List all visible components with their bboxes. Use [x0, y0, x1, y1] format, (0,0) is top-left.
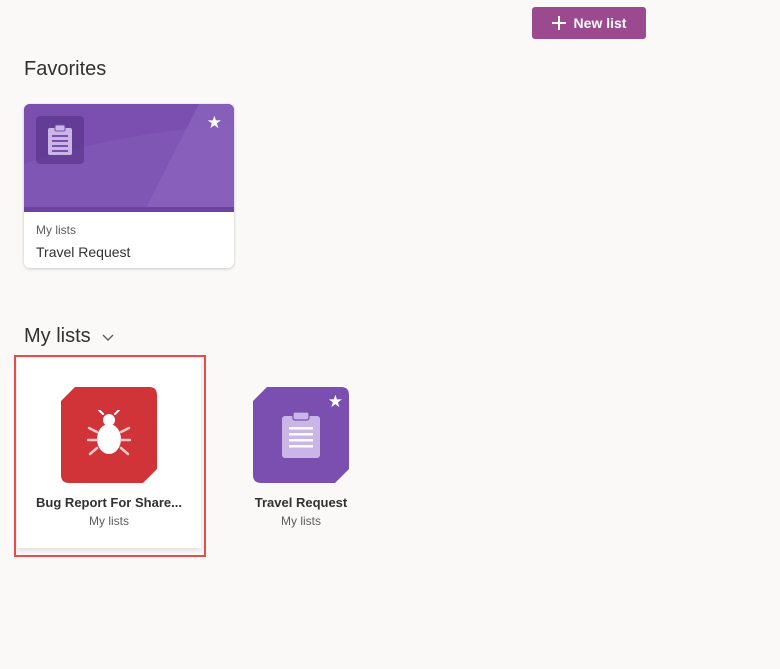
plus-icon — [551, 16, 566, 30]
list-tile-name: Travel Request — [254, 495, 348, 510]
new-list-label: New list — [573, 15, 627, 31]
list-tile-icon — [61, 387, 157, 483]
star-icon[interactable]: ★ — [207, 114, 222, 131]
new-list-button[interactable]: New list — [532, 7, 646, 39]
list-tile-travel-request[interactable]: ★ Travel Request My lists — [209, 358, 393, 548]
favorite-card-caption: My lists — [36, 223, 76, 237]
my-lists-heading[interactable]: My lists — [24, 325, 115, 348]
list-tile-subtitle: My lists — [281, 514, 321, 528]
star-icon[interactable]: ★ — [328, 393, 343, 410]
favorite-card-name: Travel Request — [36, 244, 131, 260]
favorite-card-travel-request[interactable]: ★ My lists Travel Request — [24, 104, 234, 268]
clipboard-list-icon — [282, 411, 320, 458]
chevron-down-icon — [102, 334, 114, 341]
list-tile-bug-report[interactable]: Bug Report For Share... My lists — [17, 358, 201, 548]
banner-divider — [24, 207, 234, 212]
bug-icon — [87, 410, 131, 456]
list-tile-subtitle: My lists — [89, 514, 129, 528]
favorites-heading: Favorites — [24, 58, 107, 80]
list-tile-name: Bug Report For Share... — [36, 495, 182, 510]
my-lists-title: My lists — [24, 325, 91, 347]
list-tile-icon: ★ — [253, 387, 349, 483]
favorite-card-banner: ★ — [24, 104, 234, 212]
clipboard-list-icon — [36, 116, 84, 164]
